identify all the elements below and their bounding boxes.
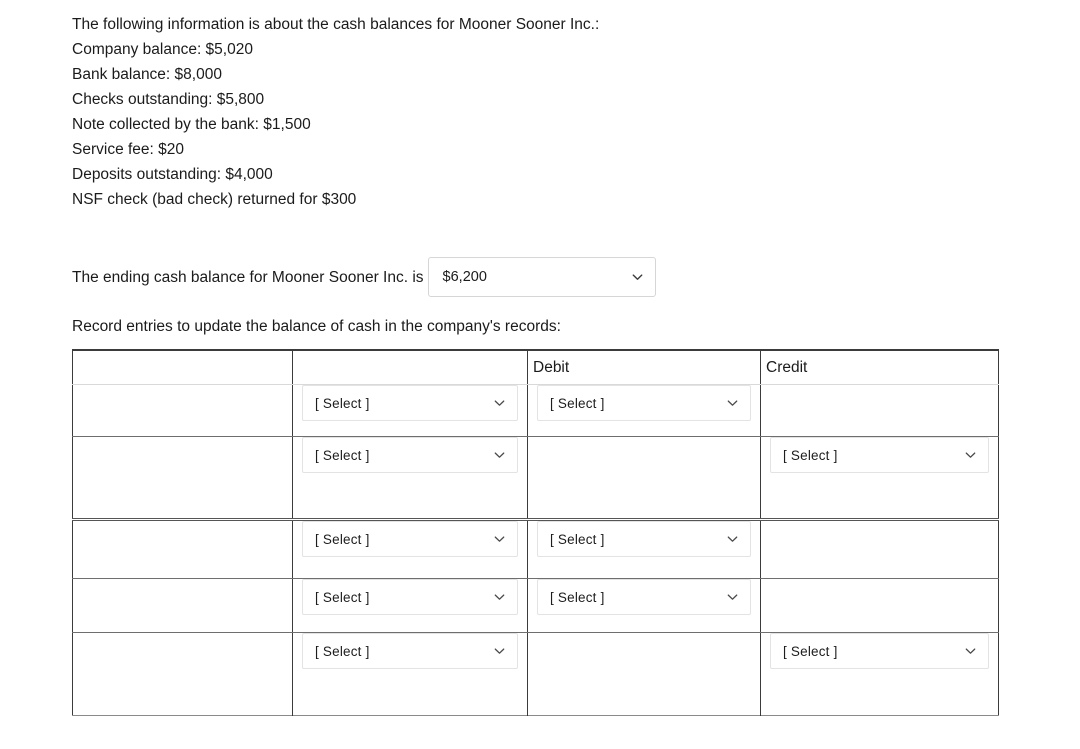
ending-balance-select[interactable]: $6,200: [427, 256, 656, 297]
chevron-down-icon: [631, 270, 644, 283]
chevron-down-icon: [726, 397, 739, 410]
credit-cell: [760, 384, 999, 437]
chevron-down-icon: [964, 449, 977, 462]
account-cell: [72, 384, 293, 437]
problem-line: NSF check (bad check) returned for $300: [72, 191, 357, 208]
credit-cell-inner: [ Select ]: [761, 633, 998, 669]
description-cell: [ Select ]: [292, 519, 528, 579]
table-row: [ Select ] [ Select ]: [72, 519, 999, 579]
description-select[interactable]: [ Select ]: [302, 385, 518, 421]
header-cell-debit: Debit: [527, 350, 761, 385]
debit-select[interactable]: [ Select ]: [537, 385, 751, 421]
debit-cell: [ Select ]: [527, 519, 761, 579]
description-cell: [ Select ]: [292, 632, 528, 716]
select-value: [ Select ]: [783, 447, 838, 463]
header-credit-label: Credit: [766, 359, 808, 376]
problem-line: Service fee: $20: [72, 141, 185, 158]
debit-cell-inner: [ Select ]: [528, 579, 760, 615]
problem-line: Note collected by the bank: $1,500: [72, 116, 311, 133]
problem-line: Bank balance: $8,000: [72, 66, 222, 83]
credit-select[interactable]: [ Select ]: [770, 633, 989, 669]
table-row: [ Select ] [ Select ]: [72, 436, 999, 521]
description-cell-inner: [ Select ]: [293, 633, 527, 680]
chevron-down-icon: [493, 449, 506, 462]
account-cell: [73, 633, 293, 716]
chevron-down-icon: [493, 645, 506, 658]
description-select[interactable]: [ Select ]: [302, 633, 518, 669]
select-value: [ Select ]: [550, 531, 605, 547]
description-cell: [ Select ]: [292, 384, 528, 437]
debit-cell-inner: [ Select ]: [528, 385, 760, 421]
description-cell-inner: [ Select ]: [293, 437, 527, 484]
debit-cell: [ Select ]: [527, 578, 761, 633]
select-value: [ Select ]: [315, 643, 370, 659]
table-row: [ Select ] [ Select ]: [72, 384, 999, 437]
description-select[interactable]: [ Select ]: [302, 521, 518, 557]
credit-cell: [760, 519, 999, 579]
table-row: [ Select ] [ Select ]: [72, 578, 999, 633]
header-debit-label: Debit: [533, 359, 570, 376]
header-cell-description: [292, 350, 528, 385]
journal-table-body: Debit Credit [ Select ][ Select ][ Selec…: [72, 350, 999, 716]
ending-balance-value: $6,200: [442, 268, 487, 285]
credit-cell-inner: [ Select ]: [761, 437, 998, 473]
debit-cell: [527, 632, 761, 716]
header-cell-account: [72, 350, 293, 385]
table-header-row: Debit Credit: [72, 350, 999, 385]
credit-cell: [ Select ]: [760, 632, 999, 716]
debit-cell: [ Select ]: [527, 384, 761, 437]
description-cell-inner: [ Select ]: [293, 521, 527, 557]
problem-line: Checks outstanding: $5,800: [72, 91, 265, 108]
account-cell: [72, 578, 293, 633]
ending-balance-row: The ending cash balance for Mooner Soone…: [72, 256, 656, 297]
table-row: [ Select ] [ Select ]: [73, 632, 999, 716]
debit-select[interactable]: [ Select ]: [537, 521, 751, 557]
description-cell: [ Select ]: [292, 436, 528, 521]
description-cell-inner: [ Select ]: [293, 385, 527, 421]
credit-cell: [760, 578, 999, 633]
select-value: [ Select ]: [315, 531, 370, 547]
journal-entry-table: Debit Credit [ Select ][ Select ][ Selec…: [72, 349, 999, 716]
chevron-down-icon: [493, 397, 506, 410]
problem-line: The following information is about the c…: [72, 16, 600, 33]
description-cell-inner: [ Select ]: [293, 579, 527, 615]
account-cell: [72, 436, 293, 521]
select-value: [ Select ]: [315, 395, 370, 411]
credit-cell: [ Select ]: [760, 436, 999, 521]
debit-select[interactable]: [ Select ]: [537, 579, 751, 615]
chevron-down-icon: [726, 533, 739, 546]
credit-select[interactable]: [ Select ]: [770, 437, 989, 473]
ending-balance-label: The ending cash balance for Mooner Soone…: [72, 268, 424, 286]
select-value: [ Select ]: [315, 447, 370, 463]
chevron-down-icon: [964, 645, 977, 658]
description-select[interactable]: [ Select ]: [302, 437, 518, 473]
debit-cell-inner: [ Select ]: [528, 521, 760, 557]
chevron-down-icon: [493, 591, 506, 604]
select-value: [ Select ]: [550, 589, 605, 605]
problem-statement: The following information is about the c…: [72, 12, 972, 212]
problem-line: Company balance: $5,020: [72, 41, 253, 58]
record-entries-prompt: Record entries to update the balance of …: [72, 318, 561, 335]
chevron-down-icon: [726, 591, 739, 604]
select-value: [ Select ]: [550, 395, 605, 411]
description-cell: [ Select ]: [292, 578, 528, 633]
select-value: [ Select ]: [315, 589, 370, 605]
description-select[interactable]: [ Select ]: [302, 579, 518, 615]
debit-cell: [527, 436, 761, 521]
problem-line: Deposits outstanding: $4,000: [72, 166, 273, 183]
header-cell-credit: Credit: [760, 350, 999, 385]
chevron-down-icon: [493, 533, 506, 546]
exercise-page: The following information is about the c…: [0, 0, 1080, 749]
account-cell: [72, 519, 293, 579]
select-value: [ Select ]: [783, 643, 838, 659]
